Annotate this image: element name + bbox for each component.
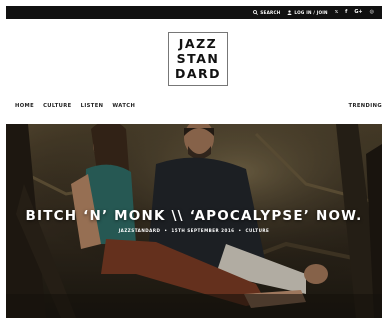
site-logo[interactable]: JAZZ STAN DARD	[168, 32, 228, 86]
hero-meta: JAZZSTANDARD • 15TH SEPTEMBER 2016 • CUL…	[6, 228, 382, 233]
meta-separator: •	[164, 228, 168, 233]
user-icon	[287, 10, 292, 15]
facebook-icon[interactable]: f	[345, 10, 347, 15]
google-plus-icon[interactable]: G+	[354, 10, 362, 15]
login-link[interactable]: LOG IN / JOIN	[287, 10, 327, 15]
search-link[interactable]: SEARCH	[253, 10, 280, 15]
nav-item-watch[interactable]: WATCH	[112, 103, 135, 109]
top-utility-bar: SEARCH LOG IN / JOIN 𝕩 f G+ ◎	[6, 6, 382, 19]
logo-line-2: STAN	[176, 51, 220, 66]
hero-author[interactable]: JAZZSTANDARD	[119, 228, 161, 233]
login-label: LOG IN / JOIN	[294, 10, 328, 15]
search-label: SEARCH	[260, 10, 281, 15]
nav-item-culture[interactable]: CULTURE	[43, 103, 72, 109]
logo-line-1: JAZZ	[178, 36, 218, 51]
hero-title[interactable]: BITCH ‘N’ MONK \\ ‘APOCALYPSE’ NOW.	[6, 208, 382, 224]
instagram-icon[interactable]: ◎	[370, 10, 374, 15]
hero-category[interactable]: CULTURE	[246, 228, 270, 233]
nav-item-home[interactable]: HOME	[15, 103, 34, 109]
twitter-icon[interactable]: 𝕩	[335, 10, 338, 15]
search-icon	[253, 10, 259, 15]
main-nav: HOME CULTURE LISTEN WATCH TRENDING	[15, 101, 382, 111]
logo-line-3: DARD	[174, 66, 222, 81]
hero-date: 15TH SEPTEMBER 2016	[171, 228, 235, 233]
nav-item-trending[interactable]: TRENDING	[349, 103, 382, 109]
nav-item-listen[interactable]: LISTEN	[81, 103, 104, 109]
hero-feature[interactable]: BITCH ‘N’ MONK \\ ‘APOCALYPSE’ NOW. JAZZ…	[6, 124, 382, 318]
meta-separator: •	[238, 228, 242, 233]
